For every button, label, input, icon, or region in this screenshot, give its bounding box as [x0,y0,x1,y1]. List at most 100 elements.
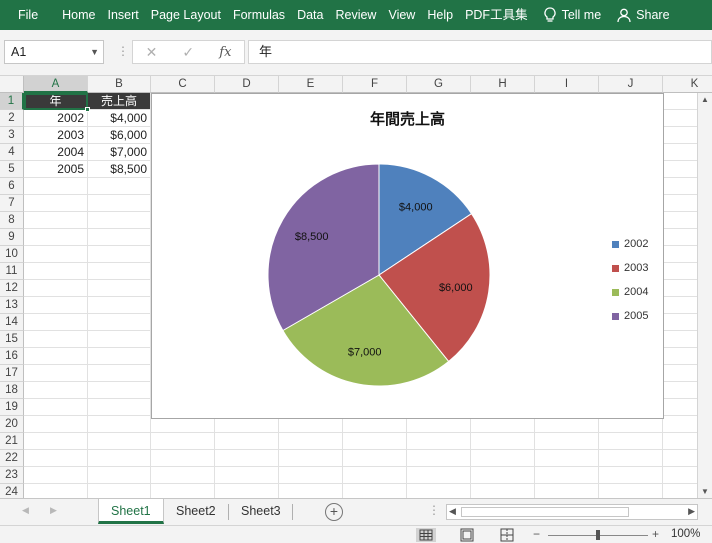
cell-b7[interactable] [88,195,151,212]
tab-file[interactable]: File [0,0,56,30]
cell-a16[interactable] [24,348,88,365]
add-sheet-icon[interactable]: + [325,503,343,521]
column-header-a[interactable]: A [24,76,88,93]
zoom-out-button[interactable]: − [533,527,540,541]
cell-a6[interactable] [24,178,88,195]
drag-handle-icon[interactable]: ⋮ [428,503,440,517]
legend-item-2003[interactable]: 2003 [612,256,648,280]
cell-b3[interactable]: $6,000 [88,127,151,144]
cell-b6[interactable] [88,178,151,195]
cell-b9[interactable] [88,229,151,246]
cell-a22[interactable] [24,450,88,467]
cell-b1[interactable]: 売上高 [88,93,151,110]
cell-e24[interactable] [279,484,343,498]
cell-a7[interactable] [24,195,88,212]
cell-b22[interactable] [88,450,151,467]
page-break-view-icon[interactable] [497,528,517,542]
cell-a13[interactable] [24,297,88,314]
cell-f21[interactable] [343,433,407,450]
cell-a24[interactable] [24,484,88,498]
tab-help[interactable]: Help [421,0,459,30]
cell-b17[interactable] [88,365,151,382]
tab-pdf-tools[interactable]: PDF工具集 [459,0,534,30]
cell-b14[interactable] [88,314,151,331]
row-header-1[interactable]: 1 [0,93,24,110]
cell-a2[interactable]: 2002 [24,110,88,127]
zoom-in-button[interactable]: + [652,527,659,541]
cell-c24[interactable] [151,484,215,498]
row-header-15[interactable]: 15 [0,331,24,348]
column-header-g[interactable]: G [407,76,471,93]
enter-check-icon[interactable]: ✓ [182,44,194,61]
row-header-22[interactable]: 22 [0,450,24,467]
chevron-down-icon[interactable]: ▼ [90,41,99,63]
cell-a15[interactable] [24,331,88,348]
row-header-17[interactable]: 17 [0,365,24,382]
cell-a18[interactable] [24,382,88,399]
name-box[interactable]: A1 ▼ [4,40,104,64]
cell-h21[interactable] [471,433,535,450]
cell-a19[interactable] [24,399,88,416]
row-header-14[interactable]: 14 [0,314,24,331]
row-header-6[interactable]: 6 [0,178,24,195]
cell-b8[interactable] [88,212,151,229]
row-header-4[interactable]: 4 [0,144,24,161]
sheet-tab-sheet3[interactable]: Sheet3 [229,499,293,524]
cell-b4[interactable]: $7,000 [88,144,151,161]
scroll-right-icon[interactable]: ▶ [688,506,695,517]
cell-a3[interactable]: 2003 [24,127,88,144]
cell-h23[interactable] [471,467,535,484]
column-header-f[interactable]: F [343,76,407,93]
cell-b5[interactable]: $8,500 [88,161,151,178]
scroll-left-icon[interactable]: ◀ [449,506,456,517]
sheet-tab-sheet2[interactable]: Sheet2 [164,499,228,524]
row-header-11[interactable]: 11 [0,263,24,280]
column-header-b[interactable]: B [88,76,151,93]
normal-view-icon[interactable] [416,528,436,542]
column-header-d[interactable]: D [215,76,279,93]
column-header-j[interactable]: J [599,76,663,93]
row-header-19[interactable]: 19 [0,399,24,416]
row-header-21[interactable]: 21 [0,433,24,450]
cell-b16[interactable] [88,348,151,365]
cell-f22[interactable] [343,450,407,467]
cell-b2[interactable]: $4,000 [88,110,151,127]
zoom-level[interactable]: 100% [671,528,700,540]
cell-a8[interactable] [24,212,88,229]
cell-d22[interactable] [215,450,279,467]
cell-b18[interactable] [88,382,151,399]
tab-view[interactable]: View [382,0,421,30]
tab-review[interactable]: Review [329,0,382,30]
formula-input[interactable]: 年 [248,40,712,64]
cell-a1[interactable]: 年 [24,93,88,110]
cell-b21[interactable] [88,433,151,450]
row-header-18[interactable]: 18 [0,382,24,399]
cell-i24[interactable] [535,484,599,498]
cell-h22[interactable] [471,450,535,467]
cell-i22[interactable] [535,450,599,467]
cell-d24[interactable] [215,484,279,498]
zoom-slider-thumb[interactable] [596,530,600,540]
cell-h24[interactable] [471,484,535,498]
column-header-e[interactable]: E [279,76,343,93]
column-header-c[interactable]: C [151,76,215,93]
cell-b10[interactable] [88,246,151,263]
horizontal-scrollbar[interactable]: ◀ ▶ [446,504,698,520]
cell-j24[interactable] [599,484,663,498]
fill-handle[interactable] [85,107,90,112]
cell-b13[interactable] [88,297,151,314]
vertical-scrollbar[interactable]: ▲ ▼ [697,93,712,498]
cell-e21[interactable] [279,433,343,450]
column-header-h[interactable]: H [471,76,535,93]
legend-item-2004[interactable]: 2004 [612,280,648,304]
cell-i23[interactable] [535,467,599,484]
tab-formulas[interactable]: Formulas [227,0,291,30]
cell-a23[interactable] [24,467,88,484]
cell-b20[interactable] [88,416,151,433]
scroll-up-icon[interactable]: ▲ [701,95,709,104]
cell-a17[interactable] [24,365,88,382]
column-header-i[interactable]: I [535,76,599,93]
cell-f23[interactable] [343,467,407,484]
row-header-5[interactable]: 5 [0,161,24,178]
cell-j23[interactable] [599,467,663,484]
